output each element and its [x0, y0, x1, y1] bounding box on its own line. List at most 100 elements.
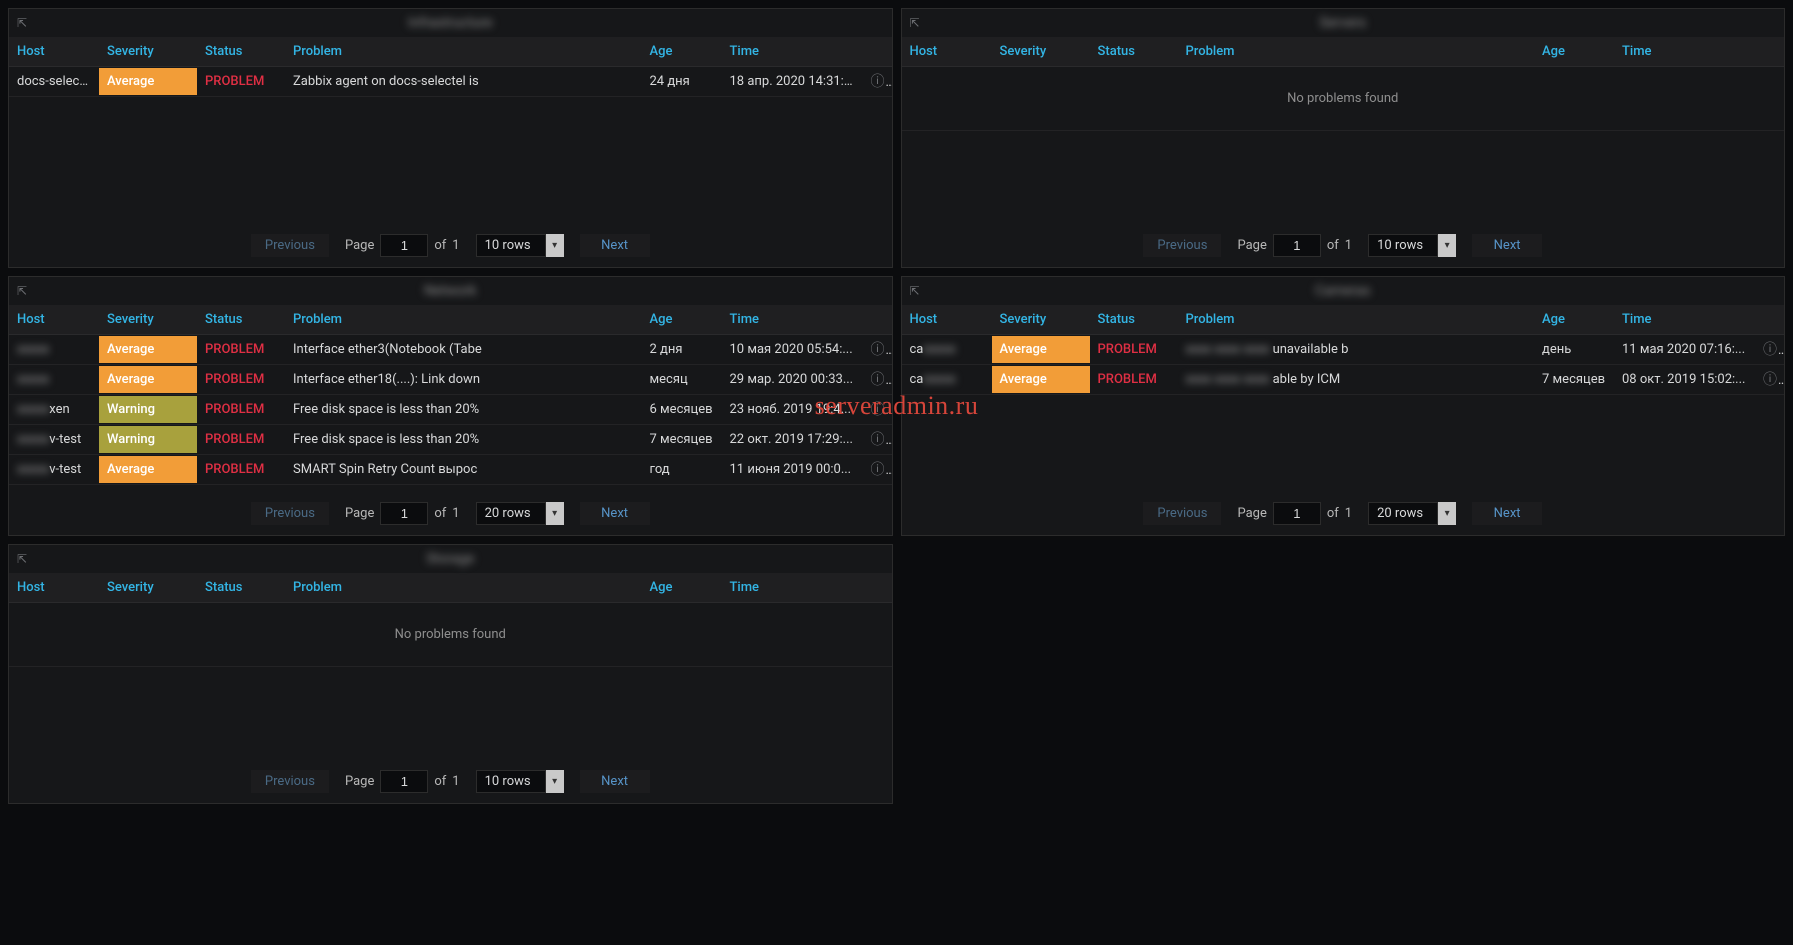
col-severity[interactable]: Severity [992, 37, 1090, 67]
cell-problem[interactable]: Free disk space is less than 20% [285, 425, 642, 455]
info-icon[interactable]: ⓘ [1762, 341, 1778, 357]
info-icon[interactable]: ⓘ [870, 73, 886, 89]
col-status[interactable]: Status [1090, 305, 1178, 335]
col-problem[interactable]: Problem [285, 305, 642, 335]
cell-problem[interactable]: Interface ether3(Notebook (Tabe [285, 335, 642, 365]
next-button[interactable]: Next [1472, 234, 1542, 257]
col-severity[interactable]: Severity [99, 37, 197, 67]
rows-select[interactable]: 20 rows [1368, 502, 1438, 525]
page-input[interactable] [380, 770, 428, 793]
rows-select[interactable]: 10 rows [476, 770, 546, 793]
chevron-down-icon[interactable]: ▾ [1438, 234, 1456, 257]
cell-problem[interactable]: Zabbix agent on docs-selectel is [285, 67, 642, 97]
paginator: PreviousPageof120 rows▾Next [902, 494, 1785, 535]
cell-host[interactable]: xxxxx [9, 365, 99, 395]
col-time[interactable]: Time [1614, 305, 1754, 335]
panel-body: HostSeverityStatusProblemAgeTimecaxxxxxA… [902, 305, 1785, 494]
page-input[interactable] [1273, 502, 1321, 525]
col-info[interactable] [1754, 37, 1784, 67]
chevron-down-icon[interactable]: ▾ [546, 234, 564, 257]
external-link-icon[interactable]: ⇱ [17, 16, 27, 30]
next-button[interactable]: Next [580, 770, 650, 793]
previous-button[interactable]: Previous [1143, 502, 1221, 525]
col-time[interactable]: Time [722, 37, 862, 67]
page-label: Page [345, 506, 374, 521]
next-button[interactable]: Next [580, 502, 650, 525]
cell-host[interactable]: xxxxxv-test [9, 455, 99, 485]
col-info[interactable] [1754, 305, 1784, 335]
page-input[interactable] [1273, 234, 1321, 257]
chevron-down-icon[interactable]: ▾ [546, 502, 564, 525]
col-status[interactable]: Status [1090, 37, 1178, 67]
severity-badge: Average [99, 336, 197, 363]
rows-select[interactable]: 20 rows [476, 502, 546, 525]
info-icon[interactable]: ⓘ [870, 341, 886, 357]
col-info[interactable] [862, 37, 892, 67]
col-severity[interactable]: Severity [99, 573, 197, 603]
col-host[interactable]: Host [9, 305, 99, 335]
col-problem[interactable]: Problem [285, 37, 642, 67]
previous-button[interactable]: Previous [251, 770, 329, 793]
col-age[interactable]: Age [642, 573, 722, 603]
page-input[interactable] [380, 234, 428, 257]
previous-button[interactable]: Previous [251, 234, 329, 257]
col-info[interactable] [862, 305, 892, 335]
cell-host[interactable]: caxxxxx [902, 335, 992, 365]
col-host[interactable]: Host [9, 573, 99, 603]
external-link-icon[interactable]: ⇱ [910, 284, 920, 298]
panel-title: Infrastructure [408, 15, 492, 31]
col-status[interactable]: Status [197, 573, 285, 603]
col-host[interactable]: Host [9, 37, 99, 67]
external-link-icon[interactable]: ⇱ [17, 284, 27, 298]
cell-host[interactable]: caxxxxx [902, 365, 992, 395]
col-status[interactable]: Status [197, 305, 285, 335]
col-host[interactable]: Host [902, 37, 992, 67]
chevron-down-icon[interactable]: ▾ [1438, 502, 1456, 525]
col-severity[interactable]: Severity [99, 305, 197, 335]
col-age[interactable]: Age [642, 37, 722, 67]
previous-button[interactable]: Previous [1143, 234, 1221, 257]
panel: ⇱CamerasHostSeverityStatusProblemAgeTime… [901, 276, 1786, 536]
chevron-down-icon[interactable]: ▾ [546, 770, 564, 793]
info-icon[interactable]: ⓘ [1762, 371, 1778, 387]
col-problem[interactable]: Problem [1178, 305, 1535, 335]
col-problem[interactable]: Problem [1178, 37, 1535, 67]
col-age[interactable]: Age [1534, 305, 1614, 335]
cell-host[interactable]: docs-selectel [9, 67, 99, 97]
severity-badge: Average [99, 456, 197, 483]
cell-problem[interactable]: xxxx xxxx xxxx unavailable b [1178, 335, 1535, 365]
rows-select[interactable]: 10 rows [476, 234, 546, 257]
col-info[interactable] [862, 573, 892, 603]
next-button[interactable]: Next [1472, 502, 1542, 525]
col-age[interactable]: Age [642, 305, 722, 335]
next-button[interactable]: Next [580, 234, 650, 257]
cell-problem[interactable]: Interface ether18(....): Link down [285, 365, 642, 395]
col-host[interactable]: Host [902, 305, 992, 335]
info-icon[interactable]: ⓘ [870, 431, 886, 447]
cell-host[interactable]: xxxxxxen [9, 395, 99, 425]
external-link-icon[interactable]: ⇱ [17, 552, 27, 566]
col-time[interactable]: Time [1614, 37, 1754, 67]
info-icon[interactable]: ⓘ [870, 401, 886, 417]
col-age[interactable]: Age [1534, 37, 1614, 67]
total-pages: 1 [1345, 238, 1352, 253]
problems-table: HostSeverityStatusProblemAgeTimeNo probl… [902, 37, 1785, 131]
cell-problem[interactable]: Free disk space is less than 20% [285, 395, 642, 425]
cell-age: 24 дня [642, 67, 722, 97]
info-icon[interactable]: ⓘ [870, 371, 886, 387]
cell-host[interactable]: xxxxx [9, 335, 99, 365]
cell-problem[interactable]: xxxx xxxx xxxx able by ICM [1178, 365, 1535, 395]
rows-select[interactable]: 10 rows [1368, 234, 1438, 257]
external-link-icon[interactable]: ⇱ [910, 16, 920, 30]
col-severity[interactable]: Severity [992, 305, 1090, 335]
page-input[interactable] [380, 502, 428, 525]
panel-header: ⇱Network [9, 277, 892, 305]
col-status[interactable]: Status [197, 37, 285, 67]
previous-button[interactable]: Previous [251, 502, 329, 525]
info-icon[interactable]: ⓘ [870, 461, 886, 477]
cell-problem[interactable]: SMART Spin Retry Count вырос [285, 455, 642, 485]
cell-host[interactable]: xxxxxv-test [9, 425, 99, 455]
col-problem[interactable]: Problem [285, 573, 642, 603]
col-time[interactable]: Time [722, 573, 862, 603]
col-time[interactable]: Time [722, 305, 862, 335]
